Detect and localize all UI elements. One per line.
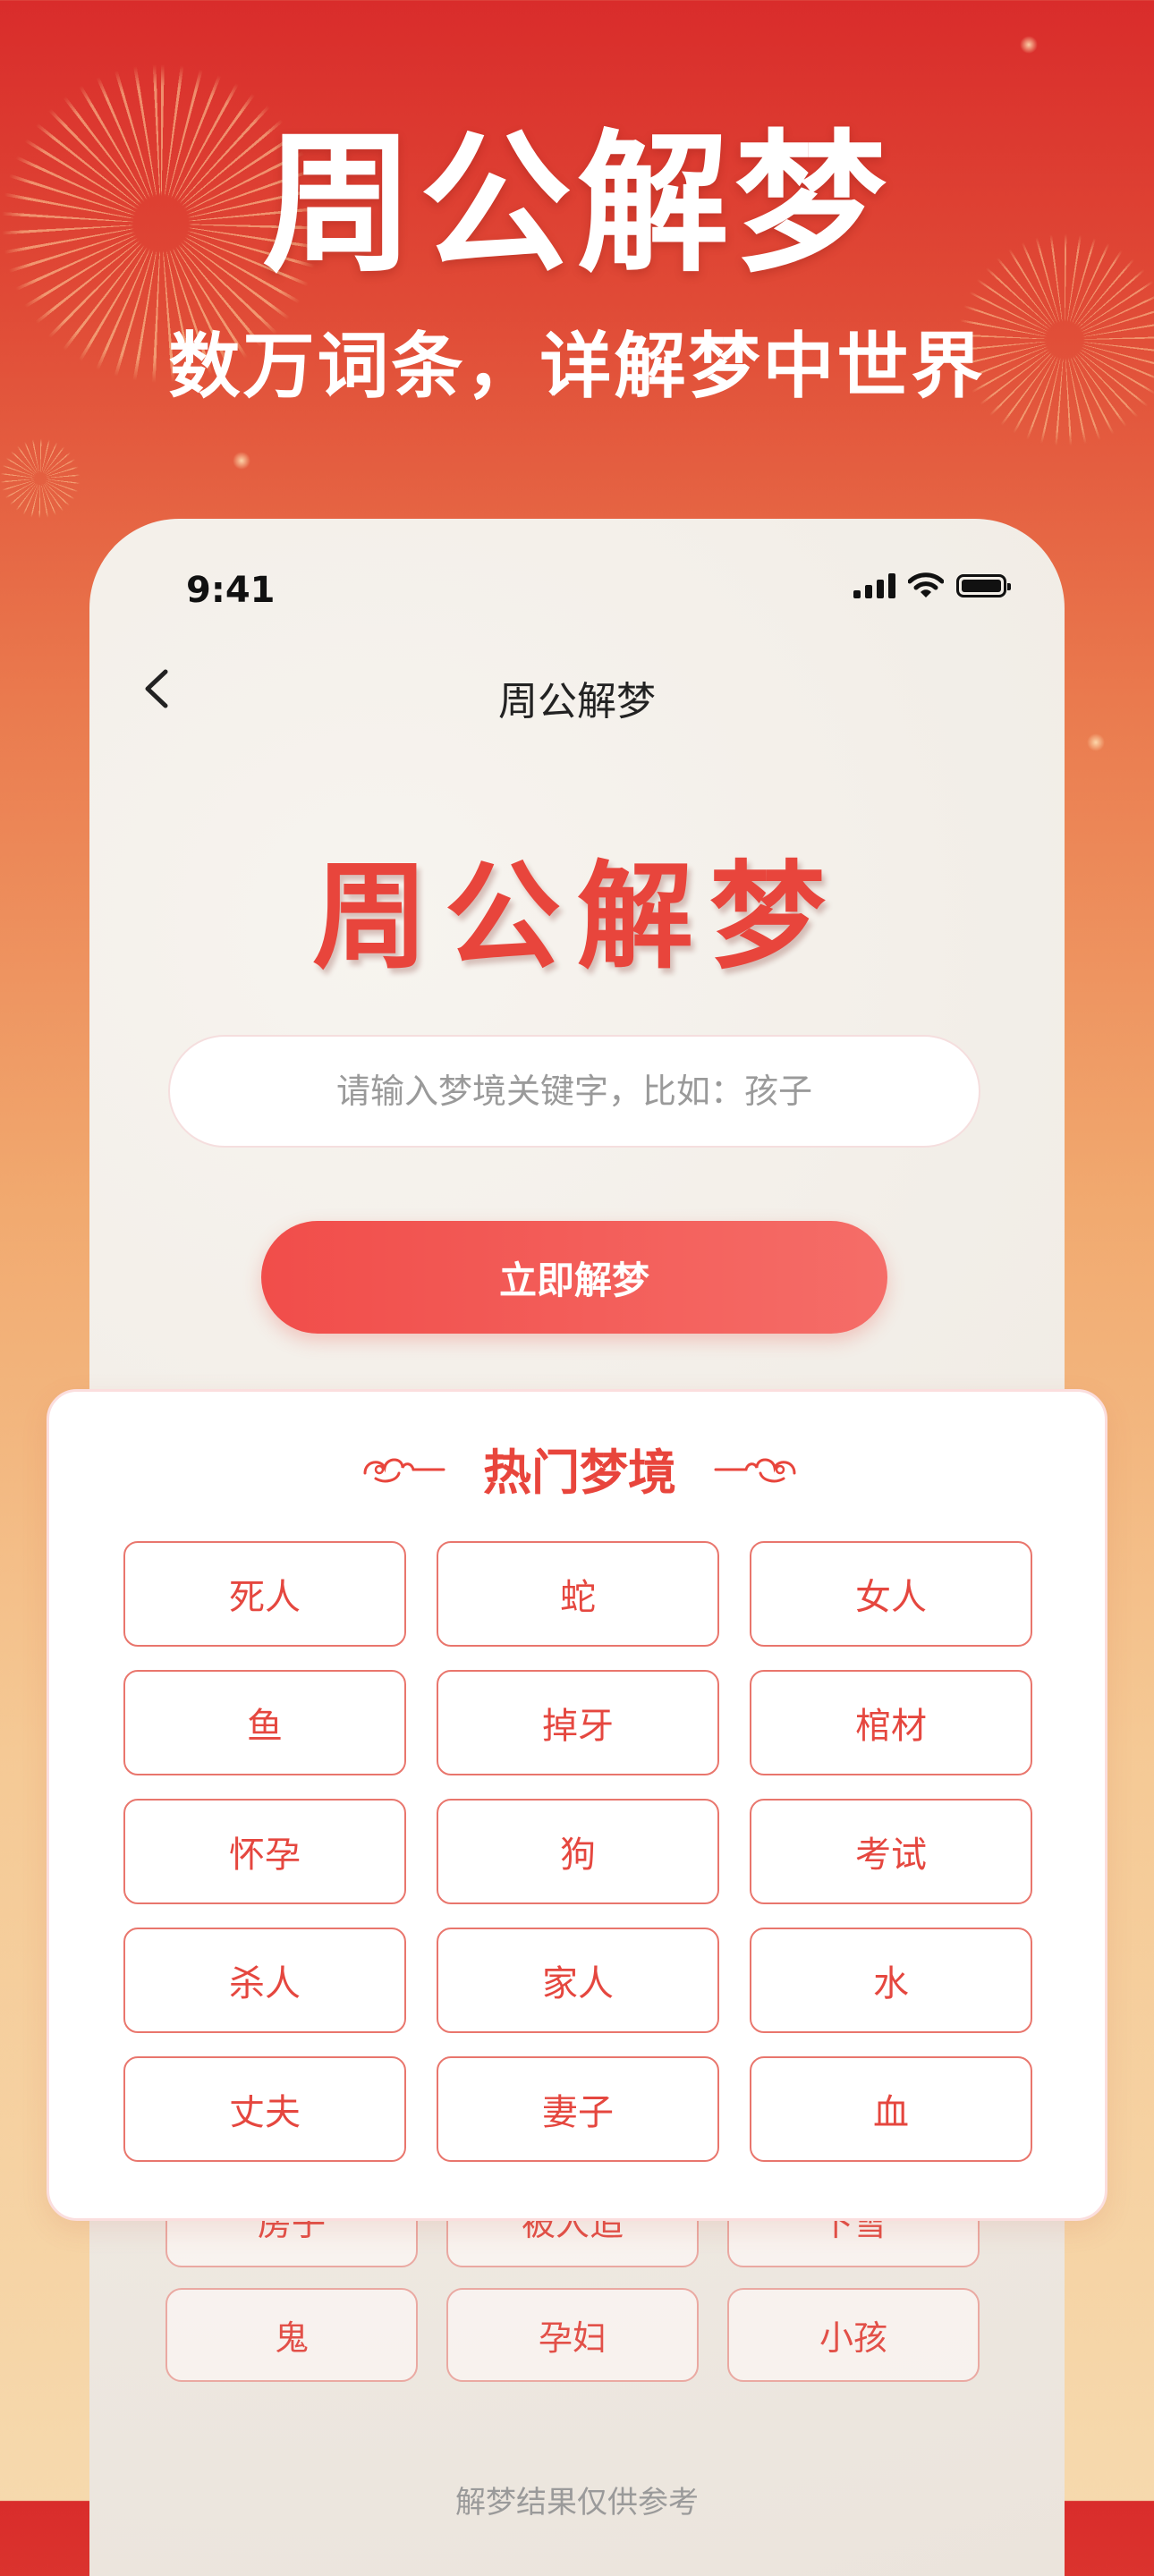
disclaimer: 解梦结果仅供参考 <box>455 2485 699 2521</box>
wifi-icon <box>908 572 944 597</box>
more-dream-tag[interactable]: 鬼 <box>165 2288 418 2382</box>
hot-dream-tag[interactable]: 棺材 <box>750 1670 1032 1775</box>
search-box[interactable] <box>168 1035 980 1148</box>
status-icons <box>853 572 1011 599</box>
auspicious-cloud-icon <box>714 1458 796 1483</box>
interpret-button[interactable]: 立即解梦 <box>261 1221 887 1334</box>
hot-dream-tag[interactable]: 狗 <box>437 1799 719 1904</box>
more-dream-tag[interactable]: 孕妇 <box>446 2288 699 2382</box>
hot-dream-tag[interactable]: 掉牙 <box>437 1670 719 1775</box>
hero-title: 周公解梦 <box>261 116 892 293</box>
hot-dream-tag[interactable]: 杀人 <box>123 1928 406 2033</box>
hot-dream-tag[interactable]: 女人 <box>750 1541 1032 1647</box>
calligraphy-title: 周公解梦 <box>311 848 842 985</box>
hot-dream-tag[interactable]: 怀孕 <box>123 1799 406 1904</box>
auspicious-cloud-icon <box>363 1458 445 1483</box>
nav-title: 周公解梦 <box>498 679 656 724</box>
hot-dream-tag[interactable]: 死人 <box>123 1541 406 1647</box>
hot-dream-tag[interactable]: 血 <box>750 2056 1032 2162</box>
signal-icon <box>853 573 895 598</box>
more-dream-tag[interactable]: 小孩 <box>727 2288 980 2382</box>
hero-subtitle: 数万词条，详解梦中世界 <box>168 325 986 408</box>
sparkle-decoration <box>1087 733 1105 751</box>
sparkle-decoration <box>1020 36 1038 54</box>
hot-dreams-title: 热门梦境 <box>483 1444 676 1501</box>
hot-dream-tag[interactable]: 水 <box>750 1928 1032 2033</box>
sparkle-decoration <box>233 452 250 470</box>
more-dreams-row: 鬼 孕妇 小孩 <box>165 2288 989 2382</box>
search-input[interactable] <box>170 1071 979 1112</box>
hot-dreams-header: 热门梦境 <box>49 1436 1110 1501</box>
hot-dream-tag[interactable]: 考试 <box>750 1799 1032 1904</box>
hot-dreams-card: 热门梦境 死人 蛇 女人 鱼 掉牙 棺材 怀孕 狗 考试 杀人 家人 水 丈夫 … <box>47 1389 1107 2221</box>
battery-icon <box>956 574 1011 597</box>
hot-dream-tag[interactable]: 丈夫 <box>123 2056 406 2162</box>
firework-decoration <box>0 438 81 519</box>
hot-dream-tag[interactable]: 鱼 <box>123 1670 406 1775</box>
hot-dream-tag[interactable]: 妻子 <box>437 2056 719 2162</box>
hot-dream-tag[interactable]: 家人 <box>437 1928 719 2033</box>
status-time: 9:41 <box>186 570 276 611</box>
hot-dream-tag[interactable]: 蛇 <box>437 1541 719 1647</box>
